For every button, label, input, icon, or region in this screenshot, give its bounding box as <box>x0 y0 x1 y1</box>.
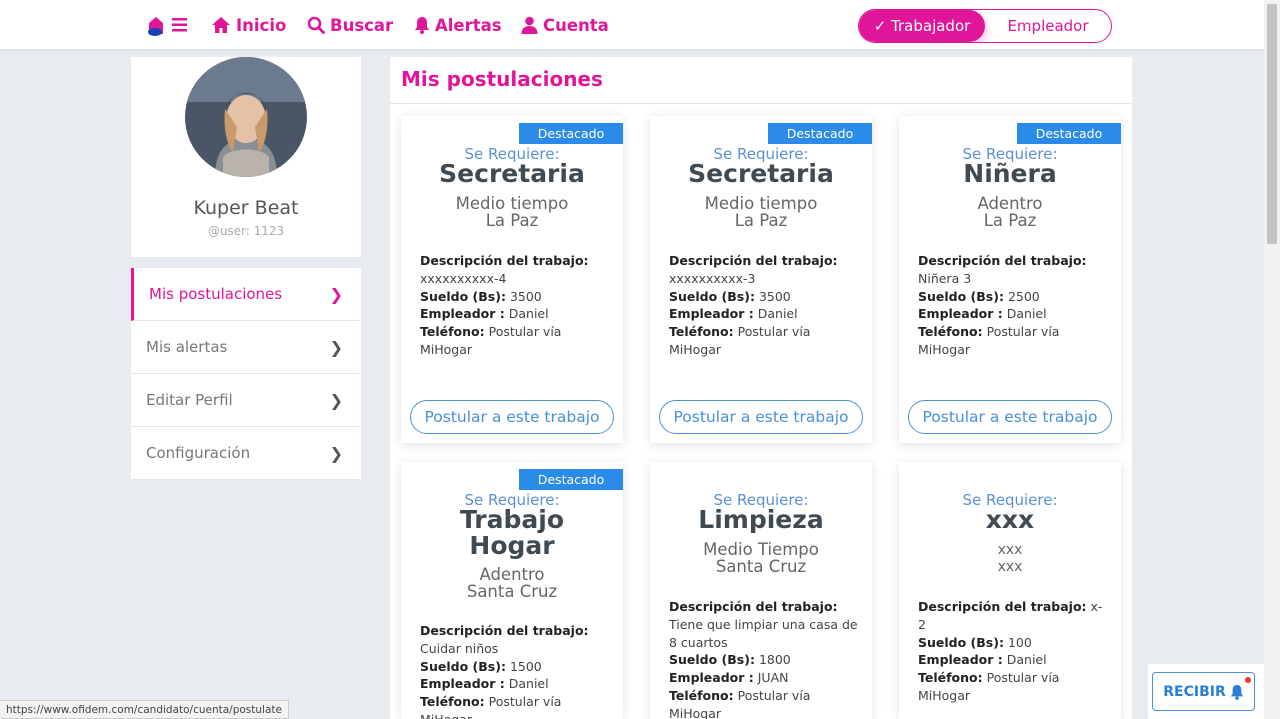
apply-button[interactable]: Postular a este trabajo <box>908 400 1112 434</box>
profile-username: @user: 1123 <box>207 224 285 238</box>
sidebar-item-label: Mis postulaciones <box>149 285 283 303</box>
sidebar-item-mis-postulaciones[interactable]: Mis postulaciones ❯ <box>131 268 361 321</box>
job-schedule: xxx <box>997 542 1023 558</box>
avatar <box>185 57 307 177</box>
chevron-right-icon: ❯ <box>329 443 343 463</box>
job-title: Secretaria <box>688 159 834 188</box>
job-card: Destacado Se Requiere: Trabajo Hogar Ade… <box>401 462 623 719</box>
job-location: La Paz <box>734 211 788 230</box>
profile-name: Kuper Beat <box>193 197 299 219</box>
nav-buscar[interactable]: Buscar <box>307 13 393 37</box>
apply-button[interactable]: Postular a este trabajo <box>659 400 863 434</box>
apply-button[interactable]: Postular a este trabajo <box>410 400 614 434</box>
job-cards-grid: Destacado Se Requiere: Secretaria Medio … <box>390 104 1132 719</box>
sidebar-item-editar-perfil[interactable]: Editar Perfil ❯ <box>131 374 361 427</box>
bell-icon <box>1230 684 1243 700</box>
recibir-widget: RECIBIR <box>1148 664 1264 719</box>
job-schedule: Adentro <box>977 194 1043 213</box>
job-location: Santa Cruz <box>715 557 807 576</box>
chevron-right-icon: ❯ <box>329 284 343 304</box>
job-schedule: Adentro <box>479 565 545 584</box>
notification-dot <box>1245 677 1251 683</box>
job-schedule: Medio tiempo <box>704 194 818 213</box>
featured-badge: Destacado <box>768 123 872 144</box>
role-trabajador-button[interactable]: ✓ Trabajador <box>859 10 985 42</box>
job-card: Destacado Se Requiere: Secretaria Medio … <box>401 116 623 443</box>
search-icon <box>307 16 325 34</box>
job-title: Limpieza <box>698 505 824 534</box>
job-card: Se Requiere: xxx xxx xxx Descripción del… <box>899 462 1121 719</box>
job-location: La Paz <box>983 211 1037 230</box>
panel-header: Mis postulaciones <box>390 57 1132 104</box>
nav-inicio[interactable]: Inicio <box>211 13 286 37</box>
job-schedule: Medio tiempo <box>455 194 569 213</box>
sidebar-item-configuracion[interactable]: Configuración ❯ <box>131 427 361 480</box>
scrollbar-thumb[interactable] <box>1267 4 1277 244</box>
chevron-right-icon: ❯ <box>329 337 343 357</box>
job-details: Descripción del trabajo: x-2 Sueldo (Bs)… <box>918 599 1103 703</box>
nav-inicio-label: Inicio <box>236 15 287 35</box>
job-location: Santa Cruz <box>466 582 558 601</box>
job-title: Niñera <box>963 159 1057 188</box>
top-navbar: Inicio Buscar Alertas Cuenta ✓ Trabajado… <box>0 0 1264 49</box>
recibir-button[interactable]: RECIBIR <box>1152 672 1255 711</box>
role-empleador-button[interactable]: Empleador <box>985 10 1111 42</box>
nav-alertas-label: Alertas <box>435 15 502 35</box>
job-location: La Paz <box>485 211 539 230</box>
job-card: Destacado Se Requiere: Niñera Adentro La… <box>899 116 1121 443</box>
job-card: Destacado Se Requiere: Secretaria Medio … <box>650 116 872 443</box>
job-details: Descripción del trabajo: Cuidar niños Su… <box>420 623 589 719</box>
featured-badge: Destacado <box>1017 123 1121 144</box>
status-bar-url: https://www.ofidem.com/candidato/cuenta/… <box>0 700 289 719</box>
job-card: Se Requiere: Limpieza Medio Tiempo Santa… <box>650 462 872 719</box>
job-details: Descripción del trabajo: Tiene que limpi… <box>669 599 858 719</box>
role-toggle: ✓ Trabajador Empleador <box>858 9 1112 43</box>
featured-badge: Destacado <box>519 123 623 144</box>
profile-card: Kuper Beat @user: 1123 <box>131 57 361 257</box>
bell-icon <box>415 17 429 34</box>
job-location: xxx <box>997 559 1023 575</box>
chevron-right-icon: ❯ <box>329 390 343 410</box>
job-details: Descripción del trabajo: Niñera 3 Sueldo… <box>918 253 1087 357</box>
featured-badge: Destacado <box>519 469 623 490</box>
nav-buscar-label: Buscar <box>330 15 394 35</box>
menu-logo-icon[interactable] <box>146 12 190 38</box>
nav-cuenta-label: Cuenta <box>543 15 609 35</box>
home-icon <box>212 17 230 33</box>
job-details: Descripción del trabajo: xxxxxxxxxx-4 Su… <box>420 253 589 357</box>
user-icon <box>521 16 538 34</box>
job-title: Trabajo Hogar <box>459 505 565 560</box>
job-title: Secretaria <box>439 159 585 188</box>
nav-cuenta[interactable]: Cuenta <box>521 13 609 37</box>
sidebar-item-mis-alertas[interactable]: Mis alertas ❯ <box>131 321 361 374</box>
nav-alertas[interactable]: Alertas <box>414 13 502 37</box>
page-title: Mis postulaciones <box>401 67 603 91</box>
job-title: xxx <box>985 505 1035 534</box>
scrollbar[interactable] <box>1264 0 1280 719</box>
sidebar-item-label: Configuración <box>146 444 251 462</box>
sidebar-item-label: Editar Perfil <box>146 391 233 409</box>
sidebar-item-label: Mis alertas <box>146 338 228 356</box>
sidebar-menu: Mis postulaciones ❯ Mis alertas ❯ Editar… <box>131 268 361 480</box>
recibir-label: RECIBIR <box>1163 683 1226 700</box>
job-schedule: Medio Tiempo <box>703 540 819 559</box>
job-details: Descripción del trabajo: xxxxxxxxxx-3 Su… <box>669 253 838 357</box>
